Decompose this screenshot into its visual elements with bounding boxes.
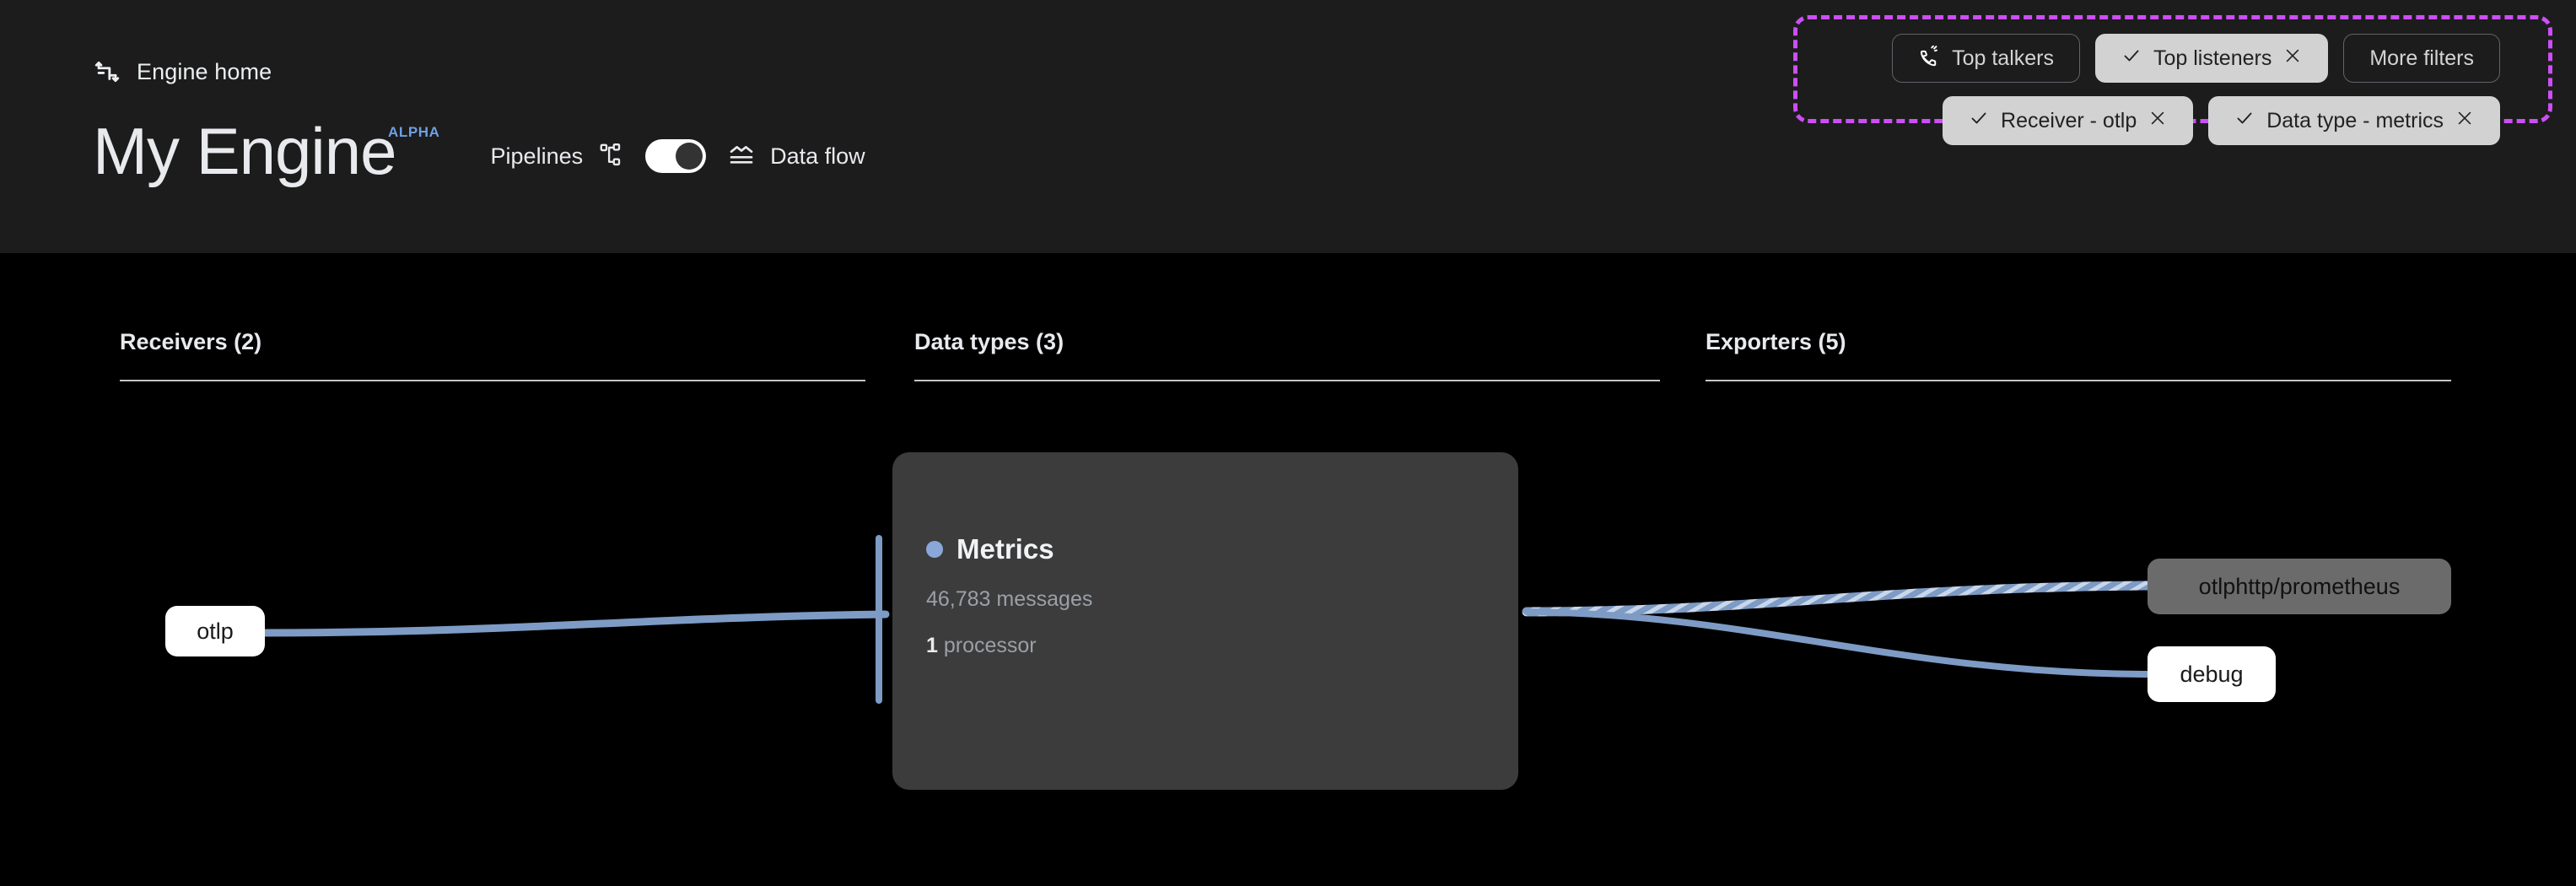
chip-top-talkers-label: Top talkers (1952, 46, 2054, 70)
toggle-knob (676, 143, 703, 170)
chip-top-listeners-label: Top listeners (2153, 46, 2272, 70)
node-exporter-otlphttp-prometheus-label: otlphttp/prometheus (2198, 573, 2401, 599)
status-dot (926, 541, 943, 558)
check-icon (1969, 108, 1989, 134)
node-exporter-debug[interactable]: debug (2148, 646, 2276, 702)
node-exporter-otlphttp-prometheus[interactable]: otlphttp/prometheus (2148, 559, 2451, 614)
mode-label-pipelines[interactable]: Pipelines (491, 143, 584, 170)
view-mode-toggle[interactable] (645, 139, 707, 173)
transform-arrows-icon (93, 57, 121, 86)
chip-more-filters-label: More filters (2369, 46, 2474, 70)
check-icon (2234, 108, 2255, 134)
edge-metrics-to-prometheus (1522, 581, 2153, 617)
chip-top-listeners[interactable]: Top listeners (2095, 34, 2329, 83)
filter-area: Top talkers Top listeners More filters R… (1873, 19, 2519, 160)
check-icon (2121, 46, 2142, 72)
flow-canvas: Receivers (2) Data types (3) Exporters (… (0, 253, 2576, 886)
chip-more-filters[interactable]: More filters (2343, 34, 2500, 83)
chip-receiver-otlp[interactable]: Receiver - otlp (1943, 96, 2194, 145)
chip-data-type-metrics[interactable]: Data type - metrics (2208, 96, 2500, 145)
card-processor-count: 1 (926, 634, 938, 657)
filter-row-primary: Top talkers Top listeners More filters (1892, 34, 2500, 83)
title-row: My Engine ALPHA Pipelines Data flow (93, 118, 865, 184)
mode-label-data-flow[interactable]: Data flow (770, 143, 865, 170)
card-title: Metrics (957, 533, 1054, 565)
page-header: Engine home My Engine ALPHA Pipelines Da… (0, 0, 2576, 253)
engine-data-flow-page: Engine home My Engine ALPHA Pipelines Da… (0, 0, 2576, 886)
view-mode-switch: Pipelines Data flow (491, 139, 865, 173)
node-exporter-debug-label: debug (2180, 661, 2244, 687)
breadcrumb[interactable]: Engine home (93, 57, 272, 86)
chip-receiver-otlp-label: Receiver - otlp (2001, 108, 2137, 132)
breadcrumb-label: Engine home (137, 58, 272, 84)
node-receiver-otlp[interactable]: otlp (165, 606, 265, 656)
card-metrics[interactable]: Metrics 46,783 messages 1 processor (876, 452, 1518, 790)
card-processor-label: processor (943, 634, 1037, 657)
close-icon[interactable] (2148, 109, 2167, 133)
card-messages: 46,783 messages (926, 587, 1093, 611)
card-processors: 1 processor (926, 634, 1518, 658)
card-title-row: Metrics (926, 533, 1518, 565)
filter-row-active: Receiver - otlp Data type - metrics (1943, 96, 2500, 145)
close-icon[interactable] (2283, 46, 2302, 71)
node-receiver-otlp-label: otlp (197, 618, 234, 644)
alpha-badge: ALPHA (387, 124, 440, 140)
chip-data-type-metrics-label: Data type - metrics (2266, 108, 2444, 132)
data-flow-icon (728, 141, 755, 172)
page-title: My Engine ALPHA (93, 118, 439, 184)
edge-metrics-to-debug (1523, 608, 2151, 678)
page-title-text: My Engine (93, 114, 397, 188)
chip-top-talkers[interactable]: Top talkers (1892, 34, 2080, 83)
card-accent-bar (876, 535, 882, 704)
edge-otlp-to-metrics (261, 610, 890, 637)
account-tree-icon (598, 142, 623, 171)
close-icon[interactable] (2455, 109, 2474, 133)
ring-volume-icon (1918, 45, 1940, 73)
